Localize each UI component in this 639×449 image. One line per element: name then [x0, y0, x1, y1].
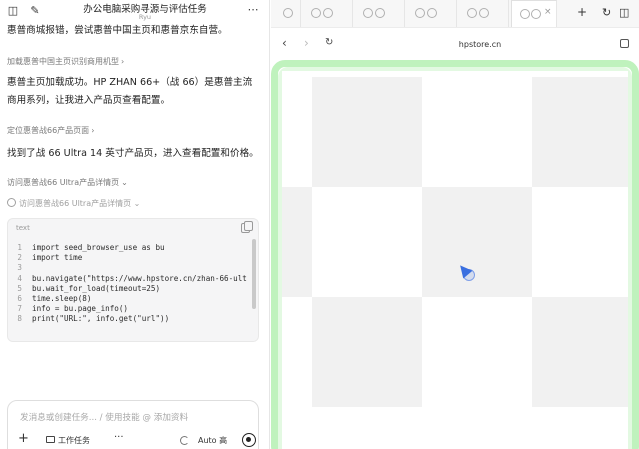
work-task-label: 工作任务	[58, 436, 90, 445]
more-options-icon[interactable]: ⋯	[246, 3, 260, 17]
code-language: text	[16, 224, 30, 232]
checker-cell	[312, 77, 422, 187]
line-code: info = bu.page_info()	[32, 304, 129, 314]
code-block: text 1 import seed_browser_use as bu 2 imp…	[7, 218, 259, 342]
chevron-down-icon: ⌄	[131, 199, 141, 208]
favicon-icon	[323, 8, 333, 18]
step-item[interactable]: 定位惠普战66产品页面 ›	[7, 125, 94, 136]
close-tab-icon[interactable]: ×	[544, 7, 552, 17]
checker-cell	[532, 77, 628, 187]
line-number: 8	[17, 314, 22, 324]
assistant-message: 惠普主页加载成功。HP ZHAN 66+（战 66）是惠普主流商用系列，让我进入…	[7, 77, 253, 106]
chat-topbar: ◫ ✎ 办公电脑采购寻源与评估任务 Ryu ⋯	[0, 0, 270, 24]
checker-cell	[532, 297, 628, 407]
tool-call-item[interactable]: 访问惠普战66 Ultra产品详情页 ⌄	[7, 198, 140, 209]
message-composer[interactable]: 发消息或创建任务... / 使用技能 @ 添加资料 + 工作任务 ··· Aut…	[7, 400, 259, 449]
task-icon	[46, 436, 55, 443]
chat-pane: ◫ ✎ 办公电脑采购寻源与评估任务 Ryu ⋯ 惠普商城报错，尝试惠普中国主页和…	[0, 0, 270, 449]
favicon-icon	[363, 8, 373, 18]
step-label: 定位惠普战66产品页面	[7, 126, 90, 135]
address-bar: ‹ › ↻ hpstore.cn	[271, 29, 639, 59]
assistant-message: 找到了战 66 Ultra 14 英寸产品页，进入查看配置和价格。	[7, 148, 259, 159]
line-code: time.sleep(8)	[32, 294, 92, 304]
line-code: bu.wait_for_load(timeout=25)	[32, 283, 161, 293]
browser-tab-active[interactable]: ×	[511, 0, 557, 27]
checker-cell	[312, 297, 422, 407]
favicon-icon	[311, 8, 321, 18]
code-line: 1 import seed_browser_use as bu	[8, 243, 250, 253]
step-label: 加载惠普中国主页识别商用机型	[7, 57, 119, 66]
checker-cell	[422, 187, 532, 297]
code-line: 5 bu.wait_for_load(timeout=25)	[8, 284, 250, 294]
favicon-icon	[427, 8, 437, 18]
favicon-icon	[520, 9, 530, 19]
chat-subtitle: Ryu	[138, 13, 152, 21]
step-item[interactable]: 加载惠普中国主页识别商用机型 ›	[7, 56, 124, 67]
code-line: 8 print("URL:", info.get("url"))	[8, 314, 250, 324]
page-viewport[interactable]	[271, 60, 639, 449]
line-number: 6	[17, 294, 22, 304]
open-external-icon[interactable]	[620, 39, 629, 48]
work-task-button[interactable]: 工作任务	[46, 435, 90, 446]
favicon-icon	[415, 8, 425, 18]
url-text[interactable]: hpstore.cn	[271, 40, 639, 49]
browser-tab[interactable]	[301, 0, 353, 27]
favicon-icon	[283, 8, 293, 18]
line-number: 4	[17, 273, 22, 283]
browser-pane: × + ↻ ◫ ‹ › ↻ hpstore.cn	[271, 0, 639, 449]
line-code: import seed_browser_use as bu	[32, 243, 165, 252]
copy-icon[interactable]	[241, 221, 253, 233]
tab-strip: × + ↻ ◫	[271, 0, 639, 28]
chevron-right-icon: ›	[91, 126, 95, 135]
stop-button[interactable]	[242, 433, 256, 447]
line-number: 7	[17, 304, 22, 314]
browser-tab[interactable]	[405, 0, 457, 27]
line-number: 5	[17, 283, 22, 293]
step-label: 访问惠普战66 Ultra产品详情页	[7, 178, 120, 187]
model-mode-button[interactable]: Auto 高	[198, 435, 227, 446]
globe-icon	[7, 198, 16, 207]
line-number: 1	[17, 243, 22, 252]
favicon-icon	[479, 8, 489, 18]
code-line: 4 bu.navigate("https://www.hpstore.cn/zha…	[8, 274, 250, 284]
line-number: 2	[17, 253, 22, 263]
add-attachment-button[interactable]: +	[18, 431, 29, 446]
message-input-placeholder[interactable]: 发消息或创建任务... / 使用技能 @ 添加资料	[20, 411, 188, 423]
favicon-icon	[375, 8, 385, 18]
line-number: 3	[17, 263, 22, 273]
browser-tab[interactable]	[353, 0, 405, 27]
code-line: 2 import time	[8, 253, 250, 263]
line-code: import time	[32, 253, 83, 263]
step-item[interactable]: 访问惠普战66 Ultra产品详情页 ⌄	[7, 177, 128, 188]
browser-tab[interactable]	[271, 0, 301, 27]
blank-page-checkerboard	[282, 71, 628, 449]
chevron-right-icon: ›	[121, 57, 125, 66]
new-chat-icon[interactable]: ✎	[28, 4, 42, 18]
sidebar-toggle-icon[interactable]: ◫	[6, 4, 20, 18]
refresh-window-icon[interactable]: ↻	[602, 6, 611, 19]
split-view-icon[interactable]: ◫	[619, 6, 629, 19]
assistant-message: 惠普商城报错，尝试惠普中国主页和惠普京东自营。	[7, 25, 228, 36]
code-fade	[8, 331, 258, 341]
browser-tab[interactable]	[457, 0, 509, 27]
favicon-icon	[467, 8, 477, 18]
line-code: bu.navigate("https://www.hpstore.cn/zhan…	[32, 273, 247, 283]
new-tab-icon[interactable]: +	[577, 5, 587, 19]
code-lines: 1 import seed_browser_use as bu 2 import t…	[8, 243, 250, 325]
code-line: 6 time.sleep(8)	[8, 294, 250, 304]
checker-cell	[282, 187, 312, 297]
tool-call-label: 访问惠普战66 Ultra产品详情页	[19, 199, 132, 208]
code-header: text	[8, 219, 258, 239]
line-code: print("URL:", info.get("url"))	[32, 314, 170, 324]
chevron-down-icon: ⌄	[121, 178, 128, 187]
code-line: 7 info = bu.page_info()	[8, 304, 250, 314]
code-scrollbar[interactable]	[252, 239, 256, 309]
favicon-icon	[531, 9, 541, 19]
code-line: 3	[8, 263, 250, 273]
more-button[interactable]: ···	[114, 432, 124, 443]
loading-spinner-icon	[180, 436, 189, 445]
